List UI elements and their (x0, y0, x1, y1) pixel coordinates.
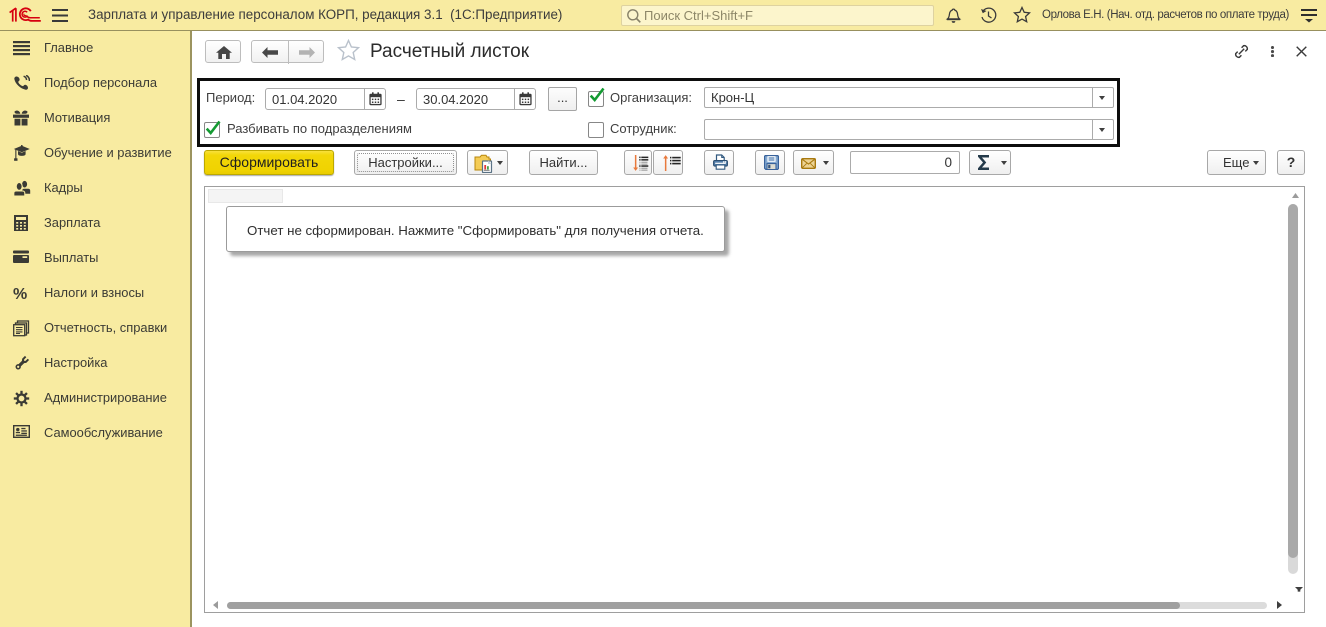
svg-text:%: % (13, 286, 27, 301)
